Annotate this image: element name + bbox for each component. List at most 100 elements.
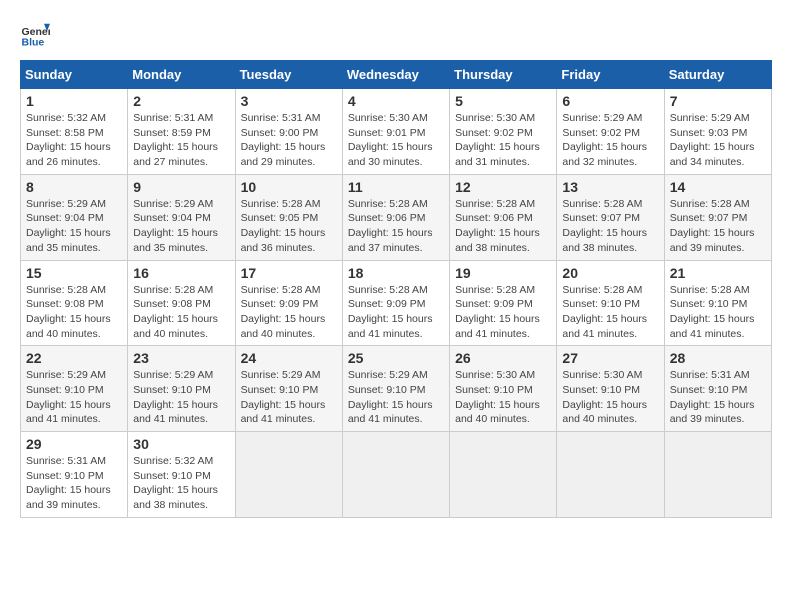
- day-number: 14: [670, 179, 766, 195]
- sunrise-time: Sunrise: 5:29 AM: [348, 368, 444, 383]
- sunrise-time: Sunrise: 5:28 AM: [348, 283, 444, 298]
- day-info: Sunrise: 5:31 AM Sunset: 9:10 PM Dayligh…: [26, 454, 122, 513]
- day-info: Sunrise: 5:28 AM Sunset: 9:07 PM Dayligh…: [562, 197, 658, 256]
- day-info: Sunrise: 5:29 AM Sunset: 9:04 PM Dayligh…: [133, 197, 229, 256]
- header-sunday: Sunday: [21, 61, 128, 89]
- day-number: 10: [241, 179, 337, 195]
- day-number: 23: [133, 350, 229, 366]
- calendar-day-cell: 27 Sunrise: 5:30 AM Sunset: 9:10 PM Dayl…: [557, 346, 664, 432]
- calendar-day-cell: 3 Sunrise: 5:31 AM Sunset: 9:00 PM Dayli…: [235, 89, 342, 175]
- daylight-hours: Daylight: 15 hours and 41 minutes.: [562, 312, 658, 341]
- sunrise-time: Sunrise: 5:31 AM: [241, 111, 337, 126]
- calendar-day-cell: 10 Sunrise: 5:28 AM Sunset: 9:05 PM Dayl…: [235, 174, 342, 260]
- daylight-hours: Daylight: 15 hours and 29 minutes.: [241, 140, 337, 169]
- sunrise-time: Sunrise: 5:28 AM: [670, 197, 766, 212]
- day-info: Sunrise: 5:31 AM Sunset: 8:59 PM Dayligh…: [133, 111, 229, 170]
- sunrise-time: Sunrise: 5:32 AM: [133, 454, 229, 469]
- sunset-time: Sunset: 9:10 PM: [670, 383, 766, 398]
- sunset-time: Sunset: 9:04 PM: [133, 211, 229, 226]
- daylight-hours: Daylight: 15 hours and 39 minutes.: [670, 226, 766, 255]
- daylight-hours: Daylight: 15 hours and 31 minutes.: [455, 140, 551, 169]
- sunset-time: Sunset: 9:10 PM: [455, 383, 551, 398]
- calendar-day-cell: 18 Sunrise: 5:28 AM Sunset: 9:09 PM Dayl…: [342, 260, 449, 346]
- day-info: Sunrise: 5:28 AM Sunset: 9:06 PM Dayligh…: [455, 197, 551, 256]
- sunset-time: Sunset: 8:59 PM: [133, 126, 229, 141]
- daylight-hours: Daylight: 15 hours and 34 minutes.: [670, 140, 766, 169]
- calendar-day-cell: 12 Sunrise: 5:28 AM Sunset: 9:06 PM Dayl…: [450, 174, 557, 260]
- day-number: 13: [562, 179, 658, 195]
- sunrise-time: Sunrise: 5:29 AM: [133, 197, 229, 212]
- day-info: Sunrise: 5:29 AM Sunset: 9:04 PM Dayligh…: [26, 197, 122, 256]
- daylight-hours: Daylight: 15 hours and 38 minutes.: [133, 483, 229, 512]
- day-number: 9: [133, 179, 229, 195]
- day-number: 6: [562, 93, 658, 109]
- calendar-day-cell: 26 Sunrise: 5:30 AM Sunset: 9:10 PM Dayl…: [450, 346, 557, 432]
- daylight-hours: Daylight: 15 hours and 37 minutes.: [348, 226, 444, 255]
- calendar-week-row: 8 Sunrise: 5:29 AM Sunset: 9:04 PM Dayli…: [21, 174, 772, 260]
- sunrise-time: Sunrise: 5:28 AM: [26, 283, 122, 298]
- calendar-day-cell: 4 Sunrise: 5:30 AM Sunset: 9:01 PM Dayli…: [342, 89, 449, 175]
- header-monday: Monday: [128, 61, 235, 89]
- day-info: Sunrise: 5:29 AM Sunset: 9:10 PM Dayligh…: [133, 368, 229, 427]
- calendar-day-cell: 16 Sunrise: 5:28 AM Sunset: 9:08 PM Dayl…: [128, 260, 235, 346]
- sunrise-time: Sunrise: 5:28 AM: [241, 283, 337, 298]
- header-wednesday: Wednesday: [342, 61, 449, 89]
- daylight-hours: Daylight: 15 hours and 41 minutes.: [133, 398, 229, 427]
- daylight-hours: Daylight: 15 hours and 39 minutes.: [670, 398, 766, 427]
- sunrise-time: Sunrise: 5:28 AM: [348, 197, 444, 212]
- daylight-hours: Daylight: 15 hours and 36 minutes.: [241, 226, 337, 255]
- sunset-time: Sunset: 9:09 PM: [348, 297, 444, 312]
- sunrise-time: Sunrise: 5:28 AM: [241, 197, 337, 212]
- day-number: 3: [241, 93, 337, 109]
- day-info: Sunrise: 5:32 AM Sunset: 8:58 PM Dayligh…: [26, 111, 122, 170]
- sunrise-time: Sunrise: 5:28 AM: [562, 283, 658, 298]
- calendar-week-row: 22 Sunrise: 5:29 AM Sunset: 9:10 PM Dayl…: [21, 346, 772, 432]
- day-info: Sunrise: 5:32 AM Sunset: 9:10 PM Dayligh…: [133, 454, 229, 513]
- sunset-time: Sunset: 8:58 PM: [26, 126, 122, 141]
- daylight-hours: Daylight: 15 hours and 41 minutes.: [455, 312, 551, 341]
- logo: General Blue: [20, 20, 56, 50]
- daylight-hours: Daylight: 15 hours and 30 minutes.: [348, 140, 444, 169]
- day-info: Sunrise: 5:30 AM Sunset: 9:10 PM Dayligh…: [562, 368, 658, 427]
- sunrise-time: Sunrise: 5:32 AM: [26, 111, 122, 126]
- daylight-hours: Daylight: 15 hours and 40 minutes.: [241, 312, 337, 341]
- daylight-hours: Daylight: 15 hours and 41 minutes.: [348, 398, 444, 427]
- calendar-week-row: 29 Sunrise: 5:31 AM Sunset: 9:10 PM Dayl…: [21, 432, 772, 518]
- calendar-week-row: 15 Sunrise: 5:28 AM Sunset: 9:08 PM Dayl…: [21, 260, 772, 346]
- day-number: 20: [562, 265, 658, 281]
- day-info: Sunrise: 5:31 AM Sunset: 9:00 PM Dayligh…: [241, 111, 337, 170]
- sunrise-time: Sunrise: 5:30 AM: [455, 111, 551, 126]
- calendar-day-cell: 20 Sunrise: 5:28 AM Sunset: 9:10 PM Dayl…: [557, 260, 664, 346]
- calendar-day-cell: 1 Sunrise: 5:32 AM Sunset: 8:58 PM Dayli…: [21, 89, 128, 175]
- calendar-day-cell: [450, 432, 557, 518]
- sunset-time: Sunset: 9:10 PM: [26, 469, 122, 484]
- sunrise-time: Sunrise: 5:29 AM: [562, 111, 658, 126]
- daylight-hours: Daylight: 15 hours and 38 minutes.: [455, 226, 551, 255]
- sunset-time: Sunset: 9:02 PM: [455, 126, 551, 141]
- day-number: 29: [26, 436, 122, 452]
- day-number: 8: [26, 179, 122, 195]
- day-info: Sunrise: 5:28 AM Sunset: 9:09 PM Dayligh…: [348, 283, 444, 342]
- sunset-time: Sunset: 9:09 PM: [241, 297, 337, 312]
- day-info: Sunrise: 5:28 AM Sunset: 9:10 PM Dayligh…: [562, 283, 658, 342]
- calendar-day-cell: 13 Sunrise: 5:28 AM Sunset: 9:07 PM Dayl…: [557, 174, 664, 260]
- daylight-hours: Daylight: 15 hours and 41 minutes.: [348, 312, 444, 341]
- day-number: 26: [455, 350, 551, 366]
- sunset-time: Sunset: 9:06 PM: [455, 211, 551, 226]
- sunset-time: Sunset: 9:00 PM: [241, 126, 337, 141]
- sunrise-time: Sunrise: 5:31 AM: [26, 454, 122, 469]
- daylight-hours: Daylight: 15 hours and 40 minutes.: [562, 398, 658, 427]
- sunrise-time: Sunrise: 5:31 AM: [133, 111, 229, 126]
- day-info: Sunrise: 5:29 AM Sunset: 9:03 PM Dayligh…: [670, 111, 766, 170]
- logo-icon: General Blue: [20, 20, 50, 50]
- daylight-hours: Daylight: 15 hours and 39 minutes.: [26, 483, 122, 512]
- calendar-table: Sunday Monday Tuesday Wednesday Thursday…: [20, 60, 772, 518]
- calendar-day-cell: 25 Sunrise: 5:29 AM Sunset: 9:10 PM Dayl…: [342, 346, 449, 432]
- day-number: 5: [455, 93, 551, 109]
- daylight-hours: Daylight: 15 hours and 38 minutes.: [562, 226, 658, 255]
- sunrise-time: Sunrise: 5:30 AM: [562, 368, 658, 383]
- day-info: Sunrise: 5:28 AM Sunset: 9:07 PM Dayligh…: [670, 197, 766, 256]
- sunset-time: Sunset: 9:10 PM: [562, 383, 658, 398]
- calendar-day-cell: 21 Sunrise: 5:28 AM Sunset: 9:10 PM Dayl…: [664, 260, 771, 346]
- sunrise-time: Sunrise: 5:28 AM: [455, 197, 551, 212]
